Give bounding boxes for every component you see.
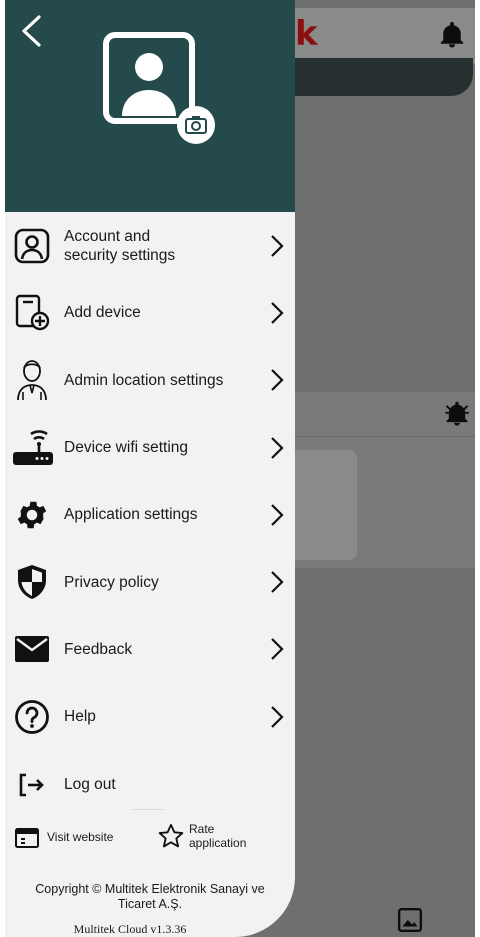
mail-icon [13, 630, 51, 668]
background-logo-fragment: k [295, 14, 318, 54]
chevron-right-icon [269, 301, 285, 325]
camera-icon[interactable] [177, 106, 215, 144]
menu-label: Admin location settings [64, 371, 224, 389]
menu-label: Feedback [64, 640, 133, 658]
logout-button[interactable]: Log out [5, 762, 295, 806]
alarm-bell-icon[interactable] [443, 400, 471, 433]
chevron-right-icon [269, 503, 285, 527]
drawer-menu: Account and security settings Add device… [5, 212, 295, 750]
shield-icon [13, 563, 51, 601]
menu-item-help[interactable]: Help [5, 683, 295, 750]
account-icon [13, 227, 51, 265]
menu-label: Application settings [64, 506, 198, 524]
help-icon [13, 698, 51, 736]
admin-icon [13, 360, 51, 401]
gear-icon [13, 496, 51, 534]
chevron-right-icon [269, 234, 285, 258]
menu-label: Account and security settings [64, 227, 176, 264]
menu-item-feedback[interactable]: Feedback [5, 616, 295, 683]
menu-item-admin-location[interactable]: Admin location settings [5, 347, 295, 414]
menu-label: Device wifi setting [64, 439, 189, 457]
star-icon [158, 823, 184, 848]
menu-label: Privacy policy [64, 573, 159, 591]
menu-item-application-settings[interactable]: Application settings [5, 481, 295, 548]
menu-item-add-device[interactable]: Add device [5, 279, 295, 346]
drawer-header [5, 0, 295, 212]
router-wifi-icon [11, 429, 55, 467]
footer-divider [131, 809, 165, 810]
bell-icon[interactable] [437, 20, 467, 55]
visit-website-button[interactable]: Visit website [15, 824, 145, 852]
logout-label: Log out [64, 776, 116, 793]
gallery-icon[interactable] [397, 907, 423, 937]
rate-application-label: Rate application [189, 822, 247, 850]
rate-application-button[interactable]: Rate application [157, 820, 277, 856]
app-version: Multitek Cloud v1.3.36 [73, 922, 187, 936]
chevron-right-icon [269, 637, 285, 661]
chevron-right-icon [269, 368, 285, 392]
back-icon[interactable] [19, 14, 45, 48]
visit-website-label: Visit website [47, 830, 114, 844]
menu-item-privacy-policy[interactable]: Privacy policy [5, 548, 295, 615]
copyright-text: Copyright © Multitek Elektronik Sanayi v… [35, 882, 265, 911]
menu-label: Help [64, 708, 96, 726]
browser-window-icon [15, 828, 39, 848]
chevron-right-icon [269, 436, 285, 460]
logout-icon [13, 766, 51, 804]
chevron-right-icon [269, 570, 285, 594]
chevron-right-icon [269, 705, 285, 729]
menu-label: Add device [64, 304, 141, 322]
add-device-icon [13, 294, 51, 332]
menu-item-device-wifi[interactable]: Device wifi setting [5, 414, 295, 481]
background-device-card [289, 450, 357, 560]
menu-item-account-security[interactable]: Account and security settings [5, 212, 295, 279]
navigation-drawer: Account and security settings Add device… [5, 0, 295, 937]
